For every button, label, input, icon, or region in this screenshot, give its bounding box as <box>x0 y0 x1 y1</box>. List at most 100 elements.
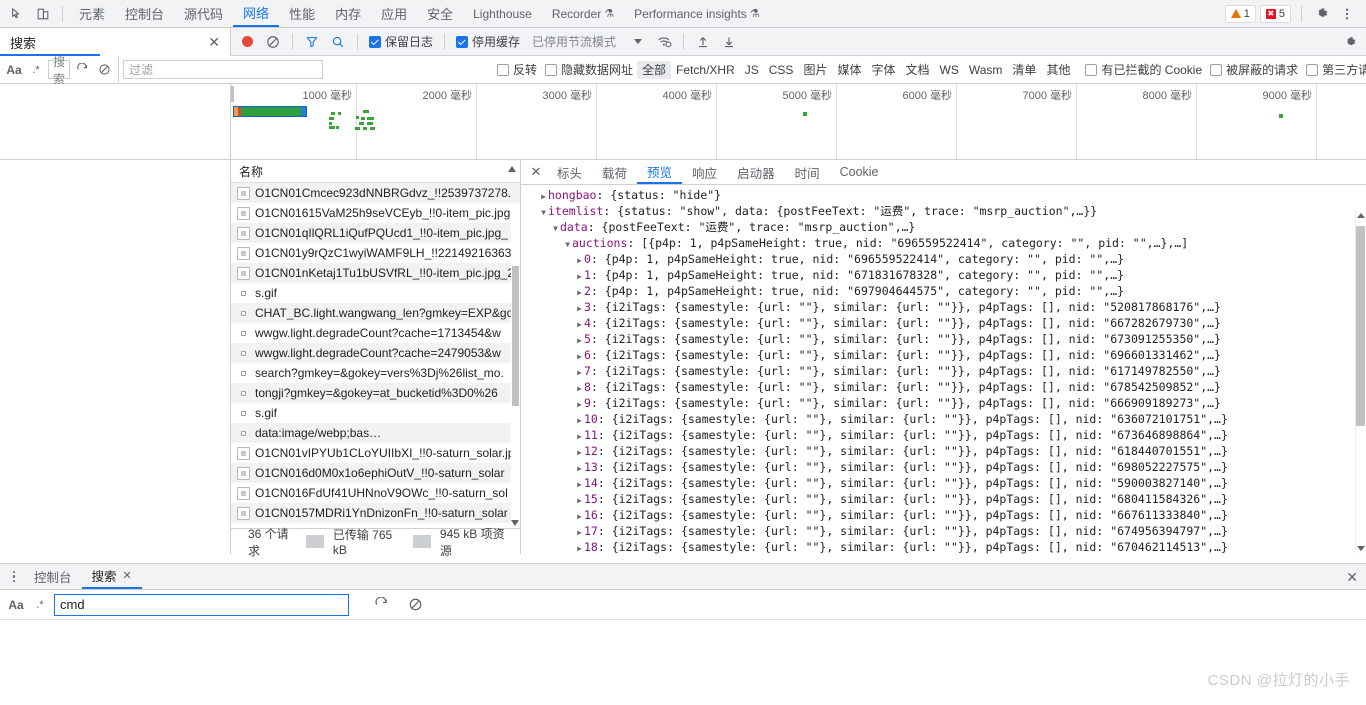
json-row[interactable]: 11: {i2iTags: {samestyle: {url: ""}, sim… <box>521 427 1366 443</box>
filter-type-doc[interactable]: 文档 <box>901 61 935 79</box>
json-row[interactable]: 0: {p4p: 1, p4pSameHeight: true, nid: "6… <box>521 251 1366 267</box>
search-icon[interactable] <box>326 30 350 54</box>
gear-icon[interactable] <box>1308 1 1334 27</box>
filter-type-css[interactable]: CSS <box>764 61 799 79</box>
search-input[interactable]: 搜索 <box>48 55 71 86</box>
hide-data-urls-checkbox[interactable]: 隐藏数据网址 <box>545 61 633 78</box>
drawer-tab-search[interactable]: 搜索 ✕ <box>81 564 142 589</box>
expand-twisty-icon[interactable] <box>575 301 584 315</box>
throttling-dropdown-icon[interactable] <box>626 30 650 54</box>
blocked-cookies-checkbox[interactable]: 有已拦截的 Cookie <box>1085 61 1202 78</box>
table-row[interactable]: wwgw.light.degradeCount?cache=1713454&w <box>231 323 520 343</box>
filter-type-js[interactable]: JS <box>740 61 764 79</box>
tab-application[interactable]: 应用 <box>371 0 417 27</box>
json-row[interactable]: 14: {i2iTags: {samestyle: {url: ""}, sim… <box>521 475 1366 491</box>
refresh-icon[interactable] <box>371 595 391 615</box>
json-preview-tree[interactable]: hongbao: {status: "hide"} itemlist: {sta… <box>521 185 1366 554</box>
json-row[interactable]: 7: {i2iTags: {samestyle: {url: ""}, simi… <box>521 363 1366 379</box>
match-case-icon[interactable]: Aa <box>4 60 24 80</box>
json-row[interactable]: auctions: [{p4p: 1, p4pSameHeight: true,… <box>521 235 1366 251</box>
json-row[interactable]: 8: {i2iTags: {samestyle: {url: ""}, simi… <box>521 379 1366 395</box>
table-row[interactable]: O1CN01vIPYUb1CLoYUIIbXI_!!0-saturn_solar… <box>231 443 520 463</box>
import-har-icon[interactable] <box>691 30 715 54</box>
table-row[interactable]: O1CN01y9rQzC1wyiWAMF9LH_!!22149216363 <box>231 243 520 263</box>
expand-twisty-icon[interactable] <box>575 493 584 507</box>
json-row[interactable]: data: {postFeeText: "运费", trace: "msrp_a… <box>521 219 1366 235</box>
tab-security[interactable]: 安全 <box>417 0 463 27</box>
table-row[interactable]: O1CN01qIlQRL1iQufPQUcd1_!!0-item_pic.jpg… <box>231 223 520 243</box>
table-row[interactable]: O1CN0157MDRi1YnDnizonFn_!!0-saturn_solar <box>231 503 520 523</box>
clear-search-icon[interactable] <box>94 60 114 80</box>
table-row[interactable]: O1CN01nKetaj1Tu1bUSVfRL_!!0-item_pic.jpg… <box>231 263 520 283</box>
filter-type-ws[interactable]: WS <box>935 61 964 79</box>
expand-twisty-icon[interactable] <box>575 477 584 491</box>
json-row[interactable]: 18: {i2iTags: {samestyle: {url: ""}, sim… <box>521 539 1366 554</box>
filter-type-manifest[interactable]: 清单 <box>1007 61 1041 79</box>
scroll-up-icon[interactable] <box>1357 213 1365 218</box>
more-options-icon[interactable] <box>1334 1 1360 27</box>
json-row[interactable]: 13: {i2iTags: {samestyle: {url: ""}, sim… <box>521 459 1366 475</box>
table-row[interactable]: O1CN016d0M0x1o6ephiOutV_!!0-saturn_solar <box>231 463 520 483</box>
json-row[interactable]: 12: {i2iTags: {samestyle: {url: ""}, sim… <box>521 443 1366 459</box>
collapse-twisty-icon[interactable] <box>551 221 560 235</box>
table-row[interactable]: O1CN016FdUf41UHNnoV9OWc_!!0-saturn_sol <box>231 483 520 503</box>
filter-type-media[interactable]: 媒体 <box>832 61 866 79</box>
error-count-badge[interactable]: ✖ 5 <box>1259 4 1291 23</box>
close-icon[interactable]: ✕ <box>123 569 132 582</box>
search-pane-close-icon[interactable]: ✕ <box>208 34 220 51</box>
expand-twisty-icon[interactable] <box>575 429 584 443</box>
json-row[interactable]: itemlist: {status: "show", data: {postFe… <box>521 203 1366 219</box>
json-row[interactable]: 10: {i2iTags: {samestyle: {url: ""}, sim… <box>521 411 1366 427</box>
tab-initiator[interactable]: 启动器 <box>727 160 785 184</box>
scrollbar-thumb[interactable] <box>512 266 519 406</box>
expand-twisty-icon[interactable] <box>575 525 584 539</box>
json-row[interactable]: 6: {i2iTags: {samestyle: {url: ""}, simi… <box>521 347 1366 363</box>
tab-sources[interactable]: 源代码 <box>174 0 233 27</box>
network-settings-gear-icon[interactable] <box>1338 30 1362 54</box>
expand-twisty-icon[interactable] <box>539 189 548 203</box>
json-row[interactable]: 3: {i2iTags: {samestyle: {url: ""}, simi… <box>521 299 1366 315</box>
tab-cookies[interactable]: Cookie <box>830 160 889 184</box>
json-row[interactable]: 16: {i2iTags: {samestyle: {url: ""}, sim… <box>521 507 1366 523</box>
tab-lighthouse[interactable]: Lighthouse <box>463 0 542 27</box>
tab-headers[interactable]: 标头 <box>547 160 592 184</box>
tab-console[interactable]: 控制台 <box>115 0 174 27</box>
filter-type-all[interactable]: 全部 <box>637 60 672 79</box>
detail-scrollbar[interactable] <box>1355 210 1366 554</box>
scroll-down-icon[interactable] <box>1357 546 1365 551</box>
table-row[interactable]: search?gmkey=&gokey=vers%3Dj%26list_mo. <box>231 363 520 383</box>
tab-performance[interactable]: 性能 <box>279 0 325 27</box>
tab-performance-insights[interactable]: Performance insights ⚗ <box>624 0 770 27</box>
collapse-twisty-icon[interactable] <box>539 205 548 219</box>
table-row[interactable]: data:image/webp;bas… <box>231 423 520 443</box>
expand-twisty-icon[interactable] <box>575 445 584 459</box>
request-list-scrollbar[interactable] <box>511 206 520 528</box>
table-row[interactable]: s.gif <box>231 403 520 423</box>
filter-type-other[interactable]: 其他 <box>1041 61 1075 79</box>
json-row[interactable]: 9: {i2iTags: {samestyle: {url: ""}, simi… <box>521 395 1366 411</box>
filter-type-img[interactable]: 图片 <box>798 61 832 79</box>
table-row[interactable]: wwgw.light.degradeCount?cache=2479053&w <box>231 343 520 363</box>
blocked-requests-checkbox[interactable]: 被屏蔽的请求 <box>1210 61 1298 78</box>
expand-twisty-icon[interactable] <box>575 397 584 411</box>
invert-checkbox[interactable]: 反转 <box>497 61 537 78</box>
expand-twisty-icon[interactable] <box>575 317 584 331</box>
drawer-search-input[interactable]: cmd <box>54 593 349 616</box>
close-detail-icon[interactable]: ✕ <box>525 161 547 183</box>
expand-twisty-icon[interactable] <box>575 365 584 379</box>
filter-type-font[interactable]: 字体 <box>866 61 900 79</box>
preserve-log-checkbox[interactable]: 保留日志 <box>369 33 433 50</box>
expand-twisty-icon[interactable] <box>575 381 584 395</box>
tab-memory[interactable]: 内存 <box>325 0 371 27</box>
network-conditions-icon[interactable] <box>652 30 676 54</box>
scroll-down-icon[interactable] <box>511 520 519 526</box>
tab-elements[interactable]: 元素 <box>69 0 115 27</box>
expand-twisty-icon[interactable] <box>575 413 584 427</box>
table-row[interactable]: s.gif <box>231 283 520 303</box>
request-rows[interactable]: O1CN01Cmcec923dNNBRGdvz_!!2539737278. O1… <box>231 183 520 528</box>
regex-icon[interactable]: .* <box>26 60 46 80</box>
inspect-element-icon[interactable] <box>4 1 30 27</box>
expand-twisty-icon[interactable] <box>575 509 584 523</box>
tab-network[interactable]: 网络 <box>233 0 280 27</box>
expand-twisty-icon[interactable] <box>575 349 584 363</box>
